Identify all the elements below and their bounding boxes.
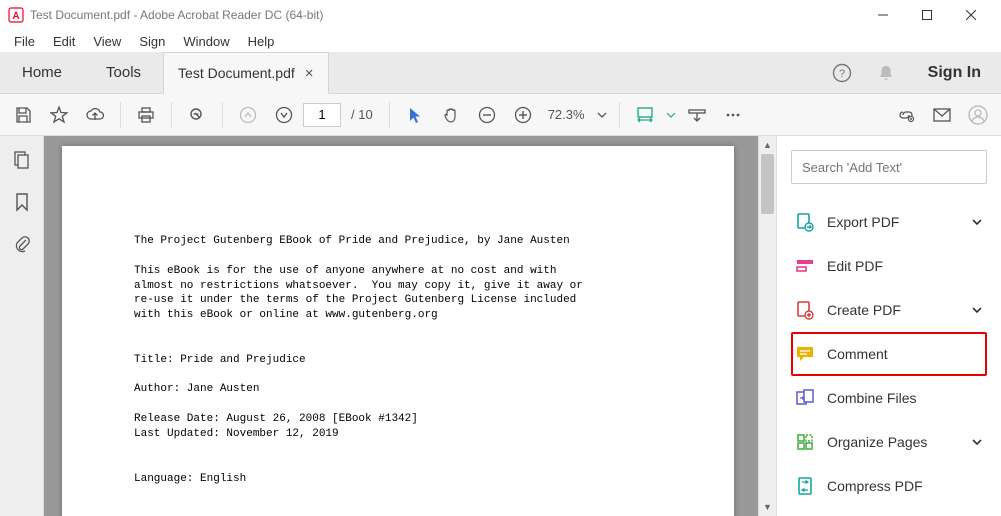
document-tab-label: Test Document.pdf	[178, 65, 295, 81]
menu-window[interactable]: Window	[175, 32, 237, 51]
more-tools-button[interactable]	[716, 98, 750, 132]
save-button[interactable]	[6, 98, 40, 132]
account-button[interactable]	[961, 98, 995, 132]
tools-panel: Export PDF Edit PDF Create PDF Comment	[776, 136, 1001, 516]
tool-label: Organize Pages	[827, 434, 959, 450]
zoom-out-button[interactable]	[470, 98, 504, 132]
export-pdf-icon	[795, 212, 815, 232]
tool-comment[interactable]: Comment	[791, 332, 987, 376]
help-button[interactable]: ?	[820, 52, 864, 93]
svg-text:A: A	[12, 11, 19, 22]
create-pdf-icon	[795, 300, 815, 320]
menubar: File Edit View Sign Window Help	[0, 30, 1001, 52]
toolbar: / 10 72.3%	[0, 94, 1001, 136]
cloud-button[interactable]	[78, 98, 112, 132]
app-icon: A	[8, 7, 24, 23]
zoom-dropdown[interactable]	[593, 98, 611, 132]
notifications-button[interactable]	[864, 52, 908, 93]
combine-files-icon	[795, 388, 815, 408]
document-text: The Project Gutenberg EBook of Pride and…	[134, 234, 662, 516]
workspace: The Project Gutenberg EBook of Pride and…	[0, 136, 1001, 516]
tool-label: Create PDF	[827, 302, 959, 318]
zoom-in-button[interactable]	[506, 98, 540, 132]
next-page-button[interactable]	[267, 98, 301, 132]
svg-text:?: ?	[839, 68, 845, 80]
zoom-level-label: 72.3%	[542, 107, 591, 122]
thumbnails-icon[interactable]	[12, 150, 32, 170]
comment-icon	[795, 344, 815, 364]
tool-label: Combine Files	[827, 390, 983, 406]
tool-label: Export PDF	[827, 214, 959, 230]
tool-label: Comment	[827, 346, 983, 362]
email-button[interactable]	[925, 98, 959, 132]
page-number-input[interactable]	[303, 103, 341, 127]
page-total-label: / 10	[343, 107, 381, 122]
sign-in-button[interactable]: Sign In	[908, 52, 1001, 93]
document-page: The Project Gutenberg EBook of Pride and…	[62, 146, 734, 516]
menu-help[interactable]: Help	[240, 32, 283, 51]
hand-tool[interactable]	[434, 98, 468, 132]
tool-label: Compress PDF	[827, 478, 983, 494]
titlebar: A Test Document.pdf - Adobe Acrobat Read…	[0, 0, 1001, 30]
close-button[interactable]	[949, 0, 993, 30]
document-viewport[interactable]: The Project Gutenberg EBook of Pride and…	[44, 136, 758, 516]
attachments-icon[interactable]	[13, 234, 31, 254]
compress-pdf-icon	[795, 476, 815, 496]
read-mode-button[interactable]	[680, 98, 714, 132]
document-tab[interactable]: Test Document.pdf ×	[163, 52, 329, 94]
tab-home[interactable]: Home	[0, 52, 84, 93]
fit-dropdown[interactable]	[664, 98, 678, 132]
tab-tools[interactable]: Tools	[84, 52, 163, 93]
organize-pages-icon	[795, 432, 815, 452]
chevron-down-icon	[971, 216, 983, 228]
tool-create-pdf[interactable]: Create PDF	[791, 288, 987, 332]
menu-view[interactable]: View	[85, 32, 129, 51]
chevron-down-icon	[971, 436, 983, 448]
print-button[interactable]	[129, 98, 163, 132]
find-button[interactable]	[180, 98, 214, 132]
tool-combine-files[interactable]: Combine Files	[791, 376, 987, 420]
chevron-down-icon	[971, 304, 983, 316]
tool-label: Edit PDF	[827, 258, 983, 274]
menu-edit[interactable]: Edit	[45, 32, 83, 51]
selection-tool[interactable]	[398, 98, 432, 132]
bookmarks-icon[interactable]	[14, 192, 30, 212]
window-title: Test Document.pdf - Adobe Acrobat Reader…	[30, 8, 323, 22]
fit-width-button[interactable]	[628, 98, 662, 132]
scroll-down-icon[interactable]: ▼	[759, 498, 776, 516]
left-navigation-rail	[0, 136, 44, 516]
search-tools-input[interactable]	[791, 150, 987, 184]
close-tab-icon[interactable]: ×	[305, 65, 314, 82]
prev-page-button[interactable]	[231, 98, 265, 132]
menu-sign[interactable]: Sign	[131, 32, 173, 51]
document-area: The Project Gutenberg EBook of Pride and…	[44, 136, 776, 516]
share-link-button[interactable]	[889, 98, 923, 132]
scroll-up-icon[interactable]: ▲	[759, 136, 776, 154]
menu-file[interactable]: File	[6, 32, 43, 51]
tool-compress-pdf[interactable]: Compress PDF	[791, 464, 987, 508]
tool-edit-pdf[interactable]: Edit PDF	[791, 244, 987, 288]
scroll-thumb[interactable]	[761, 154, 774, 214]
tabbar: Home Tools Test Document.pdf × ? Sign In	[0, 52, 1001, 94]
star-button[interactable]	[42, 98, 76, 132]
tool-organize-pages[interactable]: Organize Pages	[791, 420, 987, 464]
vertical-scrollbar[interactable]: ▲ ▼	[758, 136, 776, 516]
maximize-button[interactable]	[905, 0, 949, 30]
minimize-button[interactable]	[861, 0, 905, 30]
edit-pdf-icon	[795, 256, 815, 276]
tool-export-pdf[interactable]: Export PDF	[791, 200, 987, 244]
